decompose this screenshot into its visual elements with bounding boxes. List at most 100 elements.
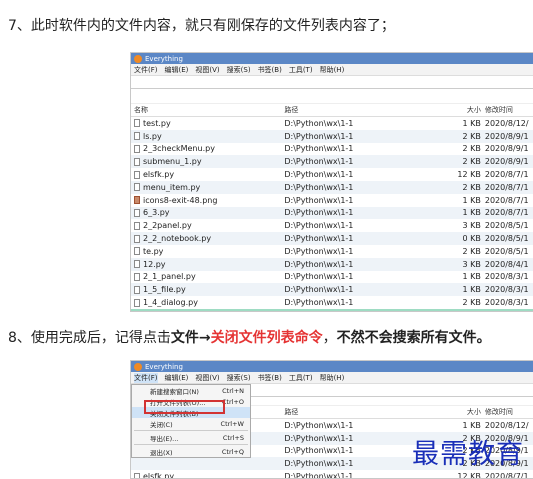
column-name[interactable]: 名称 [131, 105, 281, 115]
menu-item-exit[interactable]: 退出(X) Ctrl+Q [132, 446, 250, 457]
file-date: 2020/8/12/ [484, 118, 529, 128]
file-size: 3 KB [440, 311, 485, 312]
menu-tools[interactable]: 工具(T) [289, 373, 313, 383]
table-row[interactable]: te.py D:\Python\wx\1-1 2 KB 2020/8/5/1 [131, 245, 533, 258]
file-size: 2 KB [462, 298, 481, 308]
table-row[interactable]: 6_3.py D:\Python\wx\1-1 1 KB 2020/8/7/1 [131, 206, 533, 220]
table-row[interactable]: test.py D:\Python\wx\1-1 1 KB 2020/8/12/ [131, 117, 533, 130]
menu-edit[interactable]: 编辑(E) [165, 373, 189, 383]
file-path: D:\Python\wx\1-1 [284, 298, 354, 308]
search-input[interactable] [131, 76, 533, 89]
column-header-row: 名称 路径 大小 修改时间 [131, 104, 533, 117]
file-path: D:\Python\wx\1-1 [281, 311, 439, 312]
file-name: icons8-exit-48.png [143, 195, 218, 205]
table-row[interactable]: ls.py D:\Python\wx\1-1 2 KB 2020/8/9/1 [131, 129, 533, 143]
file-path: D:\Python\wx\1-1 [284, 144, 354, 154]
file-name: 2_2_notebook.py [143, 234, 212, 244]
file-date: 2020/8/12/ [484, 420, 529, 430]
python-file-icon [134, 208, 140, 217]
table-row[interactable]: elsfk.py D:\Python\wx\1-1 12 KB 2020/8/7/1 [131, 168, 533, 181]
file-size: 3 KB [462, 259, 481, 269]
table-row[interactable]: 2_1_panel.py D:\Python\wx\1-1 1 KB 2020/8/3… [131, 271, 533, 284]
file-name: ls.py [143, 131, 162, 141]
table-row[interactable]: 2_2panel.py D:\Python\wx\1-1 3 KB 2020/8/5/… [131, 219, 533, 232]
file-size: 1 KB [462, 118, 481, 128]
file-date: 2020/8/4/1 [484, 259, 529, 269]
file-name: elsfk.py [143, 472, 175, 479]
title-bar: Everything [131, 53, 533, 64]
file-date: 2020/8/7/1 [484, 472, 529, 479]
python-file-icon [134, 272, 140, 281]
table-row[interactable]: 3.py D:\Python\wx\1-13 KB2020/8/2/1 [131, 308, 533, 312]
file-name: 2_1_panel.py [143, 272, 196, 282]
file-date: 2020/8/7/1 [484, 208, 529, 218]
file-name: elsfk.py [143, 170, 175, 180]
file-name: 3.py [143, 311, 160, 312]
file-path: D:\Python\wx\1-1 [284, 195, 354, 205]
menu-bookmarks[interactable]: 书签(B) [258, 373, 282, 383]
column-size[interactable]: 大小 [440, 407, 485, 417]
file-name: menu_item.py [143, 182, 201, 192]
menu-file[interactable]: 文件(F) [134, 65, 158, 75]
table-row[interactable]: icons8-exit-48.png D:\Python\wx\1-1 1 KB 20… [131, 194, 533, 207]
file-size: 1 KB [462, 272, 481, 282]
everything-logo-icon [134, 54, 142, 63]
file-path: D:\Python\wx\1-1 [284, 182, 354, 192]
file-name: submenu_1.py [143, 157, 202, 167]
column-path[interactable]: 路径 [281, 105, 439, 115]
file-date: 2020/8/7/1 [484, 182, 529, 192]
menu-help[interactable]: 帮助(H) [320, 65, 345, 75]
menu-search[interactable]: 搜索(S) [227, 65, 251, 75]
file-path: D:\Python\wx\1-1 [284, 157, 354, 167]
file-size: 1 KB [462, 285, 481, 295]
table-row[interactable]: 2_2_notebook.py D:\Python\wx\1-1 0 KB 2020/… [131, 232, 533, 245]
file-date: 2020/8/5/1 [484, 234, 529, 244]
menu-item-close[interactable]: 关闭(C) Ctrl+W [132, 418, 250, 429]
menu-bar: 文件(F) 编辑(E) 视图(V) 搜索(S) 书签(B) 工具(T) 帮助(H… [131, 64, 533, 76]
file-name: test.py [143, 118, 171, 128]
menu-file[interactable]: 文件(F) [134, 372, 158, 383]
image-file-icon [134, 196, 140, 205]
menu-item-export[interactable]: 导出(E)... Ctrl+S [132, 432, 250, 443]
menu-search[interactable]: 搜索(S) [227, 373, 251, 383]
python-file-icon [134, 260, 140, 269]
table-row[interactable]: submenu_1.py D:\Python\wx\1-1 2 KB 2020/8/9… [131, 155, 533, 169]
file-path: D:\Python\wx\1-1 [284, 420, 354, 430]
table-row[interactable]: elsfk.py D:\Python\wx\1-1 12 KB 2020/8/7/1 [131, 470, 533, 479]
python-file-icon [134, 285, 140, 294]
file-name: 1_5_file.py [143, 285, 186, 295]
table-row[interactable]: 2_3checkMenu.py D:\Python\wx\1-1 2 KB 2020/… [131, 143, 533, 156]
python-file-icon [134, 234, 140, 243]
menu-item-new-window[interactable]: 新建搜索窗口(N) Ctrl+N [132, 385, 250, 396]
menu-help[interactable]: 帮助(H) [320, 373, 345, 383]
menu-bookmarks[interactable]: 书签(B) [258, 65, 282, 75]
menu-tools[interactable]: 工具(T) [289, 65, 313, 75]
menu-view[interactable]: 视图(V) [195, 373, 219, 383]
python-file-icon [134, 472, 140, 478]
file-size: 2 KB [462, 131, 481, 141]
table-row[interactable]: 1_4_dialog.py D:\Python\wx\1-1 2 KB 2020/8/… [131, 296, 533, 309]
menu-view[interactable]: 视图(V) [195, 65, 219, 75]
column-date[interactable]: 修改时间 [485, 407, 533, 417]
table-row[interactable]: menu_item.py D:\Python\wx\1-1 2 KB 2020/8/7… [131, 180, 533, 194]
column-path[interactable]: 路径 [281, 407, 439, 417]
python-file-icon [134, 170, 140, 179]
python-file-icon [134, 311, 140, 312]
file-name: te.py [143, 246, 164, 256]
file-date: 2020/8/9/1 [484, 131, 529, 141]
table-row[interactable]: 1_5_file.py D:\Python\wx\1-1 1 KB 2020/8/3/… [131, 283, 533, 297]
file-path: D:\Python\wx\1-1 [284, 118, 354, 128]
window-title: Everything [145, 54, 183, 63]
file-name: 12.py [143, 259, 166, 269]
file-path: D:\Python\wx\1-1 [284, 285, 354, 295]
column-size[interactable]: 大小 [440, 105, 485, 115]
menu-edit[interactable]: 编辑(E) [165, 65, 189, 75]
file-date: 2020/8/5/1 [484, 246, 529, 256]
file-path: D:\Python\wx\1-1 [284, 170, 354, 180]
file-name: 1_4_dialog.py [143, 298, 198, 308]
table-row[interactable]: 12.py D:\Python\wx\1-1 3 KB 2020/8/4/1 [131, 257, 533, 271]
step-8-part2: 文件→ [170, 330, 211, 346]
column-date[interactable]: 修改时间 [485, 105, 533, 115]
python-file-icon [134, 183, 140, 192]
step-8-part4: ， [322, 330, 337, 346]
